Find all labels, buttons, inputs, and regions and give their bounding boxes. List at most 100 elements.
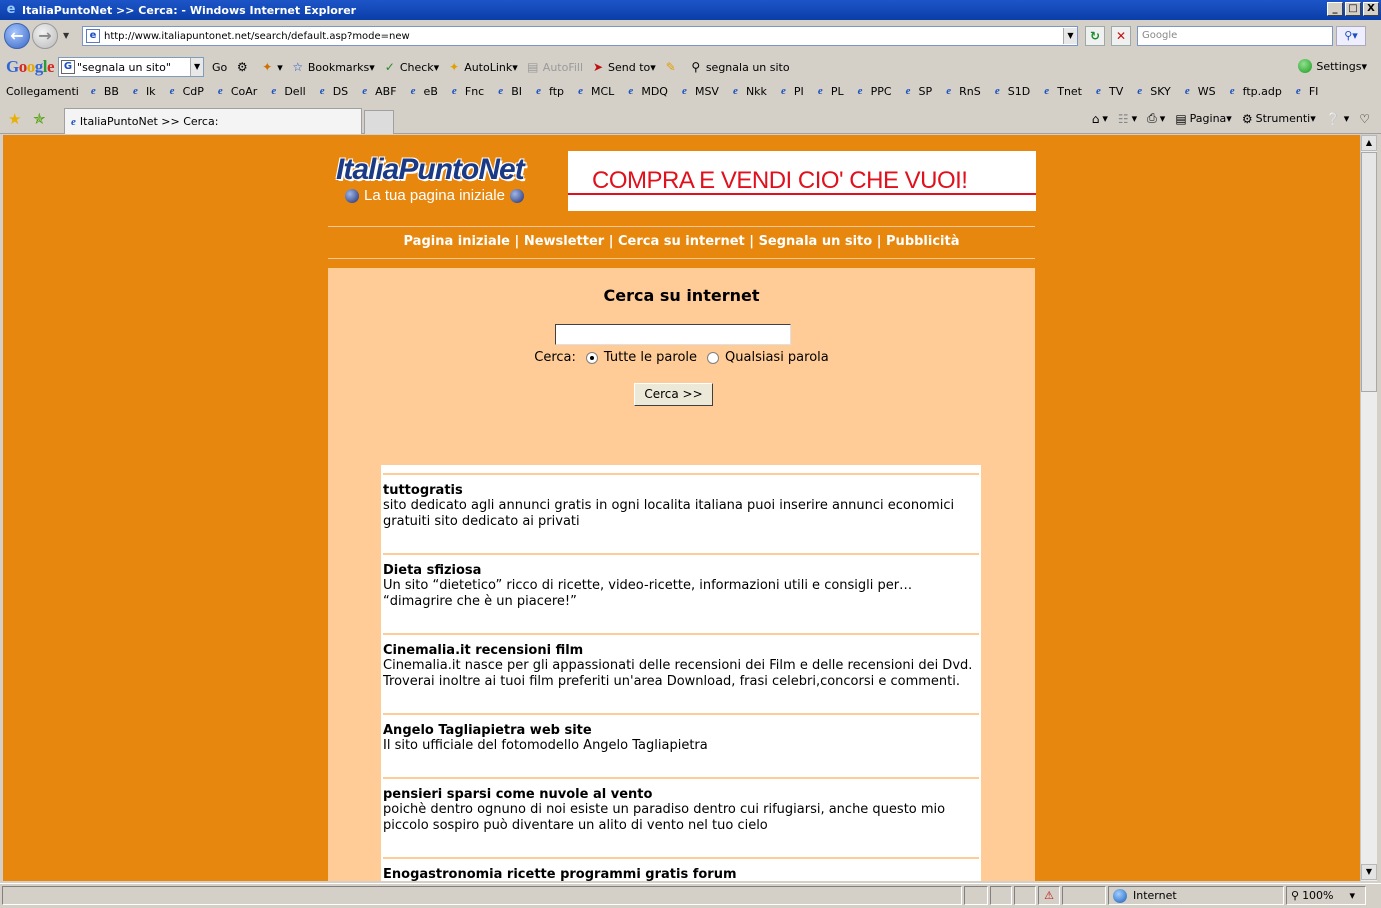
add-favorites-icon[interactable]: ✯ (33, 110, 46, 128)
search-input[interactable]: Google (1137, 26, 1333, 46)
links-bar-title: Collegamenti (6, 84, 79, 98)
back-button[interactable]: ← (4, 23, 30, 49)
scroll-down-icon[interactable]: ▼ (1361, 864, 1377, 880)
tab-active[interactable]: e ItaliaPuntoNet >> Cerca: (64, 108, 362, 134)
research-button[interactable]: ♡ (1359, 112, 1373, 126)
help-button[interactable]: ❔ ▾ (1326, 112, 1349, 126)
link-msv[interactable]: e MSV (678, 85, 719, 98)
link-bi[interactable]: e BI (494, 85, 522, 98)
chevron-down-icon[interactable]: ▼ (190, 58, 204, 76)
result-separator (383, 777, 979, 779)
link-dell[interactable]: e Dell (267, 85, 305, 98)
vertical-scrollbar[interactable]: ▲ ▼ (1360, 135, 1377, 881)
print-button[interactable]: ⎙ ▾ (1147, 111, 1165, 126)
google-search-input[interactable]: G "segnala un sito" ▼ (58, 57, 205, 77)
search-term-button[interactable]: ⚲ segnala un sito (689, 60, 789, 74)
autofill-button[interactable]: ▤ AutoFill (526, 60, 583, 74)
link-ppc[interactable]: e PPC (854, 85, 892, 98)
search-query-input[interactable] (555, 324, 791, 345)
close-button[interactable]: X (1363, 2, 1379, 16)
history-dropdown-icon[interactable]: ▼ (63, 31, 69, 40)
radio-any-word[interactable] (707, 351, 720, 364)
search-panel: Cerca su internet Cerca: Tutte le parole… (328, 268, 1035, 881)
nav-submit-site[interactable]: Segnala un sito (759, 234, 873, 249)
popup-blocker-button[interactable]: ✦ ▾ (260, 60, 283, 74)
nav-separator: | (514, 234, 520, 249)
link-sp[interactable]: e SP (902, 85, 933, 98)
nav-home[interactable]: Pagina iniziale (404, 234, 511, 249)
home-button[interactable]: ⌂ ▾ (1092, 112, 1108, 126)
forward-button[interactable]: → (32, 23, 58, 49)
favorites-star-icon[interactable]: ★ (8, 110, 21, 128)
address-dropdown-icon[interactable]: ▼ (1063, 28, 1077, 44)
pagerank-button[interactable]: ⚙ (235, 60, 252, 74)
ad-banner[interactable]: COMPRA E VENDI CIO' CHE VUOI! (568, 151, 1036, 211)
minimize-button[interactable]: _ (1327, 2, 1343, 16)
link-eb[interactable]: e eB (407, 85, 438, 98)
maximize-button[interactable]: □ (1345, 2, 1361, 16)
site-logo[interactable]: ItaliaPuntoNet La tua pagina iniziale (336, 155, 556, 211)
link-ws[interactable]: e WS (1181, 85, 1216, 98)
feeds-button[interactable]: ☷ ▾ (1118, 112, 1137, 126)
search-button[interactable]: ⚲▾ (1336, 26, 1366, 46)
result-title[interactable]: Enogastronomia ricette programmi gratis … (383, 867, 979, 881)
result-description: Cinemalia.it nasce per gli appassionati … (383, 658, 973, 689)
nav-search[interactable]: Cerca su internet (618, 234, 745, 249)
link-coar[interactable]: e CoAr (214, 85, 257, 98)
link-label: BB (103, 84, 119, 98)
popup-blocked-icon[interactable]: ⚠ (1038, 886, 1060, 905)
address-url[interactable]: http://www.italiapuntonet.net/search/def… (104, 31, 1063, 42)
link-rns[interactable]: e RnS (942, 85, 981, 98)
link-cdp[interactable]: e CdP (166, 85, 204, 98)
link-bb[interactable]: e BB (87, 85, 119, 98)
refresh-button[interactable]: ↻ (1085, 26, 1105, 46)
result-title[interactable]: Angelo Tagliapietra web site (383, 723, 979, 738)
link-mcl[interactable]: e MCL (574, 85, 614, 98)
ie-page-icon: e (1229, 84, 1235, 97)
sendto-button[interactable]: ➤ Send to ▾ (591, 60, 656, 74)
wand-icon: ✦ (449, 60, 460, 74)
result-title[interactable]: Dieta sfiziosa (383, 563, 979, 578)
search-submit-button[interactable]: Cerca >> (634, 383, 713, 406)
link-s1d[interactable]: e S1D (991, 85, 1030, 98)
page-menu-button[interactable]: ▤ Pagina ▾ (1175, 112, 1232, 126)
link-abf[interactable]: e ABF (358, 85, 396, 98)
link-ftp-adp[interactable]: e ftp.adp (1226, 85, 1282, 98)
result-title[interactable]: Cinemalia.it recensioni film (383, 643, 979, 658)
zoom-control[interactable]: ⚲ 100% ▾ (1286, 886, 1366, 905)
autolink-button[interactable]: ✦ AutoLink ▾ (447, 60, 518, 74)
google-logo[interactable]: Google (6, 57, 55, 77)
link-tnet[interactable]: e Tnet (1040, 85, 1082, 98)
security-zone[interactable]: Internet (1108, 886, 1284, 905)
spellcheck-button[interactable]: ✓ Check ▾ (383, 60, 439, 74)
link-sky[interactable]: e SKY (1133, 85, 1170, 98)
link-mdq[interactable]: e MDQ (624, 85, 668, 98)
link-ftp[interactable]: e ftp (532, 85, 564, 98)
divider (328, 226, 1035, 227)
new-tab-button[interactable] (364, 110, 394, 134)
result-item: Enogastronomia ricette programmi gratis … (383, 857, 979, 881)
go-button[interactable]: Go (212, 61, 227, 74)
link-tv[interactable]: e TV (1092, 85, 1123, 98)
result-title[interactable]: pensieri sparsi come nuvole al vento (383, 787, 979, 802)
radio-all-words[interactable] (585, 351, 598, 364)
result-title[interactable]: tuttogratis (383, 483, 979, 498)
nav-advertising[interactable]: Pubblicità (886, 234, 959, 249)
highlight-button[interactable]: ✎ (664, 60, 681, 74)
link-nkk[interactable]: e Nkk (729, 85, 767, 98)
address-bar[interactable]: e http://www.italiapuntonet.net/search/d… (82, 26, 1078, 46)
link-pl[interactable]: e PL (814, 85, 844, 98)
ie-page-icon: e (994, 84, 1000, 97)
link-fnc[interactable]: e Fnc (448, 85, 484, 98)
nav-newsletter[interactable]: Newsletter (524, 234, 604, 249)
link-pi[interactable]: e PI (777, 85, 804, 98)
link-fi[interactable]: e FI (1292, 85, 1319, 98)
link-ds[interactable]: e DS (316, 85, 348, 98)
stop-button[interactable]: ✕ (1111, 26, 1131, 46)
bookmarks-button[interactable]: ☆ Bookmarks ▾ (291, 60, 374, 74)
settings-button[interactable]: Settings ▾ (1298, 59, 1367, 73)
tools-menu-button[interactable]: ⚙ Strumenti ▾ (1242, 112, 1316, 126)
scroll-thumb[interactable] (1361, 152, 1377, 392)
link-ik[interactable]: e Ik (129, 85, 156, 98)
scroll-up-icon[interactable]: ▲ (1361, 135, 1377, 151)
